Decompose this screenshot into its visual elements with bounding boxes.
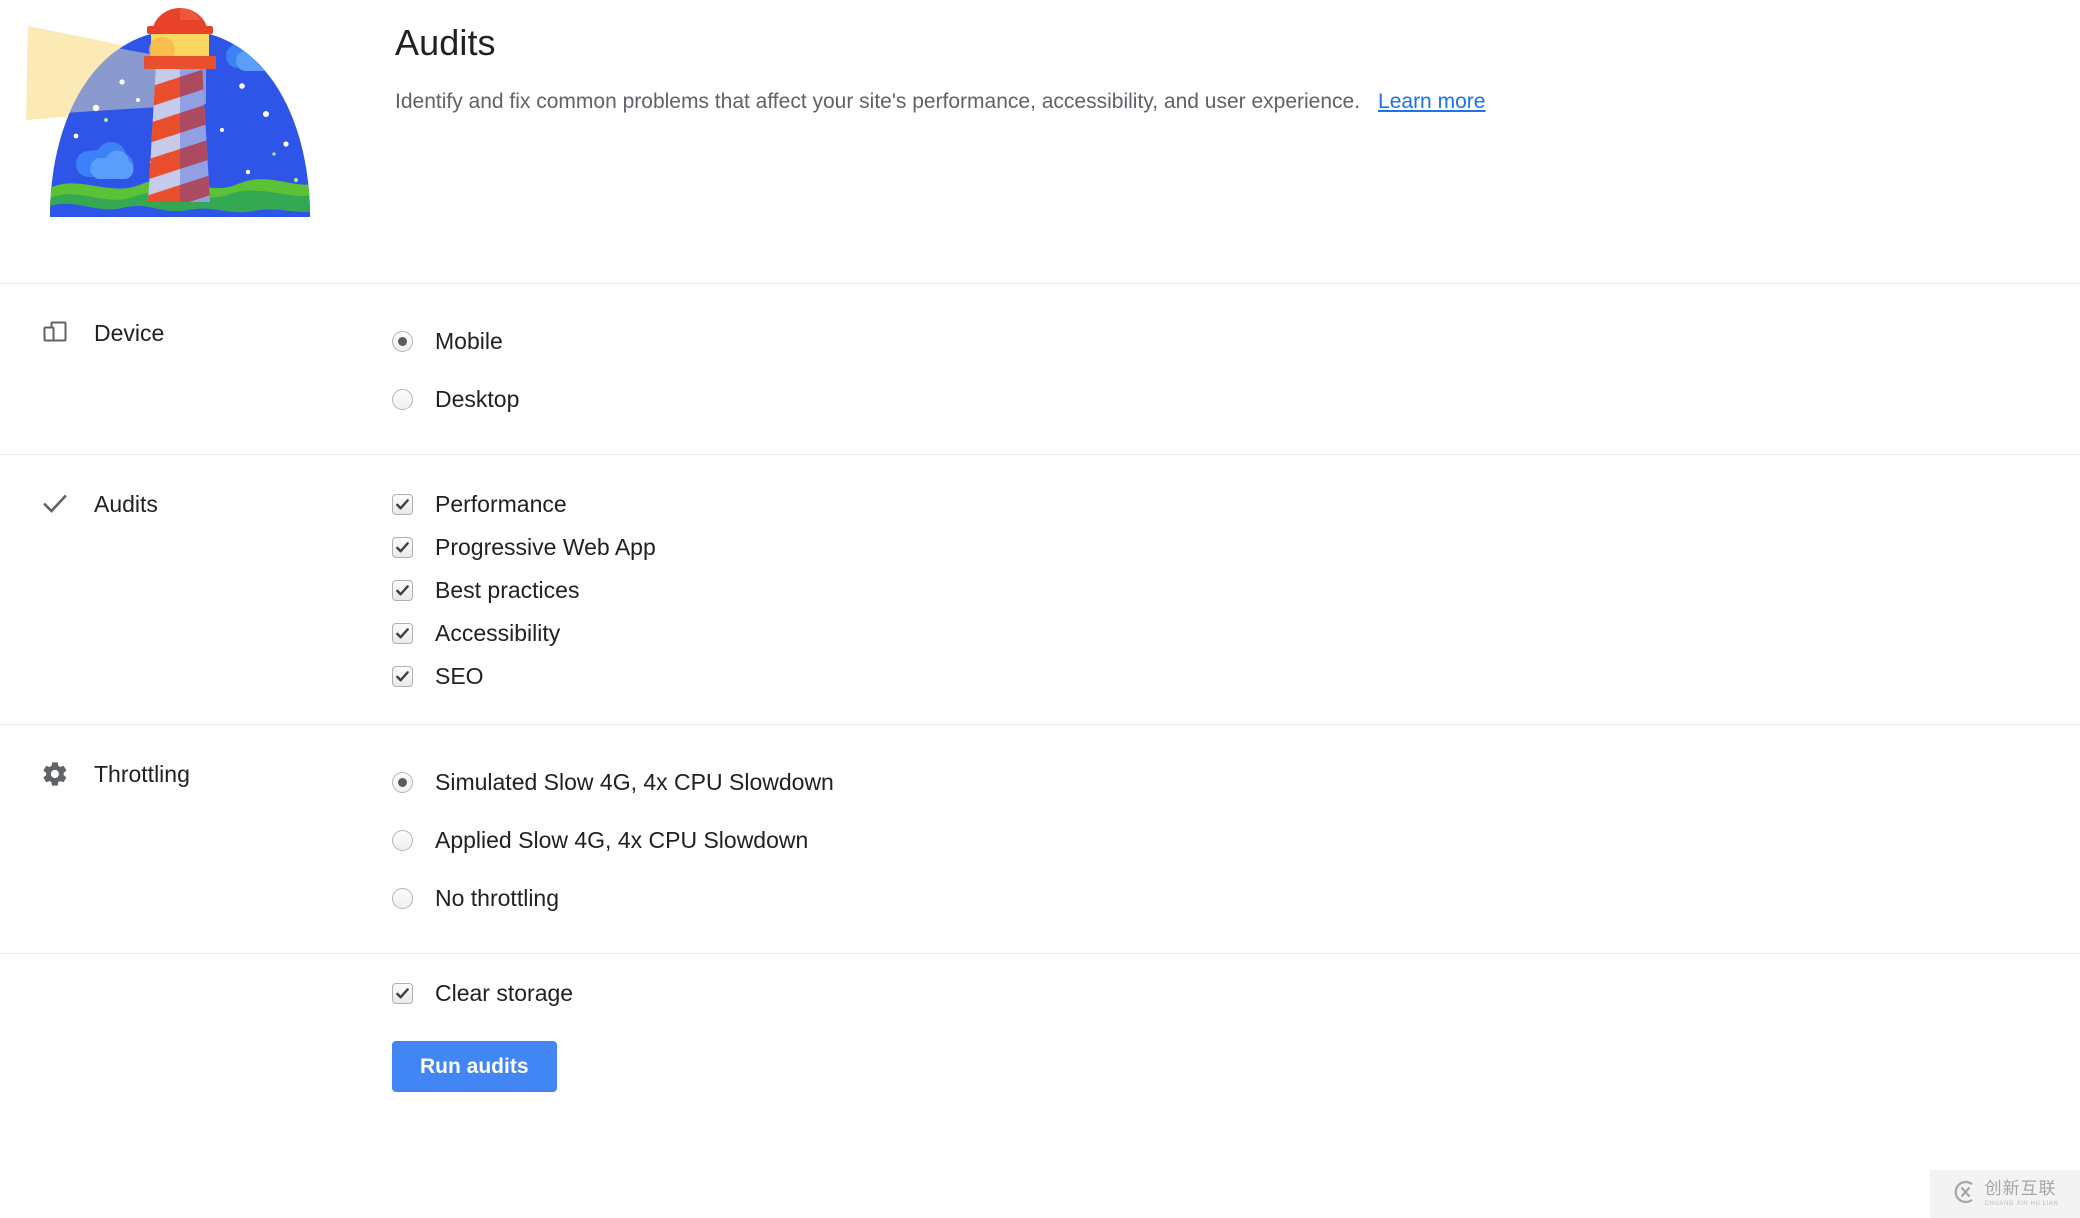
checkbox-icon-clear-storage[interactable] [392,983,413,1004]
checkbox-label-clear-storage: Clear storage [435,980,574,1006]
checkbox-icon-seo[interactable] [392,666,413,687]
checkbox-label-progressive-web-app: Progressive Web App [435,534,656,560]
checkbox-icon-performance[interactable] [392,494,413,515]
learn-more-link[interactable]: Learn more [1378,90,1485,113]
section-device-label: Device [0,310,392,350]
gear-icon [38,757,72,791]
panel-footer: Clear storage Run audits [0,954,2080,1093]
checkbox-label-seo: SEO [435,663,484,689]
section-device: Device Mobile Desktop [0,284,2080,454]
radio-icon-applied-throttling[interactable] [392,829,413,851]
run-audits-button[interactable]: Run audits [392,1041,557,1093]
page-description: Identify and fix common problems that af… [395,87,1485,117]
watermark-en-text: CHUANG XIN HU LIAN [1984,1201,2059,1207]
checkbox-option-clear-storage[interactable]: Clear storage [392,972,2080,1015]
section-device-title: Device [94,319,165,346]
checkbox-label-best-practices: Best practices [435,577,580,603]
lighthouse-illustration [10,2,350,217]
section-throttling-label: Throttling [0,751,392,791]
panel-header: Audits Identify and fix common problems … [0,0,2080,283]
header-text-block: Audits Identify and fix common problems … [395,0,1485,118]
checkbox-label-accessibility: Accessibility [435,620,561,646]
device-icon [38,316,72,350]
watermark-logo-icon [1952,1179,1978,1210]
radio-label-desktop: Desktop [435,385,520,412]
checkbox-option-performance[interactable]: Performance [392,483,2080,526]
page-description-text: Identify and fix common problems that af… [395,90,1361,114]
checkbox-icon-progressive-web-app[interactable] [392,537,413,558]
watermark-cn-text: 创新互联 [1984,1179,2057,1199]
footer-inner: Clear storage Run audits [0,972,2080,1093]
radio-label-mobile: Mobile [435,327,503,354]
radio-option-mobile[interactable]: Mobile [392,312,2080,370]
radio-option-simulated-throttling[interactable]: Simulated Slow 4G, 4x CPU Slowdown [392,753,2080,811]
radio-icon-simulated-throttling[interactable] [392,771,413,793]
section-audits-label: Audits [0,481,392,521]
radio-option-desktop[interactable]: Desktop [392,370,2080,428]
section-device-controls: Mobile Desktop [392,310,2080,428]
section-audits: Audits Performance Progressive Web App B… [0,455,2080,724]
radio-icon-desktop[interactable] [392,388,413,410]
section-throttling-title: Throttling [94,760,190,787]
watermark-text: 创新互联 CHUANG XIN HU LIAN [1984,1179,2059,1208]
radio-icon-mobile[interactable] [392,330,413,352]
checkbox-label-performance: Performance [435,491,567,517]
radio-option-no-throttling[interactable]: No throttling [392,869,2080,927]
section-audits-title: Audits [94,490,158,517]
watermark: 创新互联 CHUANG XIN HU LIAN [1930,1170,2080,1218]
page-title: Audits [395,22,496,63]
checkbox-option-best-practices[interactable]: Best practices [392,569,2080,612]
check-icon [38,487,72,521]
radio-label-no-throttling: No throttling [435,884,560,911]
audits-panel: Audits Identify and fix common problems … [0,0,2080,1218]
checkbox-icon-accessibility[interactable] [392,623,413,644]
section-throttling-controls: Simulated Slow 4G, 4x CPU Slowdown Appli… [392,751,2080,927]
radio-label-simulated-throttling: Simulated Slow 4G, 4x CPU Slowdown [435,768,834,795]
radio-icon-no-throttling[interactable] [392,887,413,909]
section-audits-controls: Performance Progressive Web App Best pra… [392,481,2080,698]
checkbox-option-progressive-web-app[interactable]: Progressive Web App [392,526,2080,569]
section-throttling: Throttling Simulated Slow 4G, 4x CPU Slo… [0,725,2080,953]
checkbox-option-seo[interactable]: SEO [392,655,2080,698]
checkbox-icon-best-practices[interactable] [392,580,413,601]
radio-label-applied-throttling: Applied Slow 4G, 4x CPU Slowdown [435,826,809,853]
checkbox-option-accessibility[interactable]: Accessibility [392,612,2080,655]
radio-option-applied-throttling[interactable]: Applied Slow 4G, 4x CPU Slowdown [392,811,2080,869]
